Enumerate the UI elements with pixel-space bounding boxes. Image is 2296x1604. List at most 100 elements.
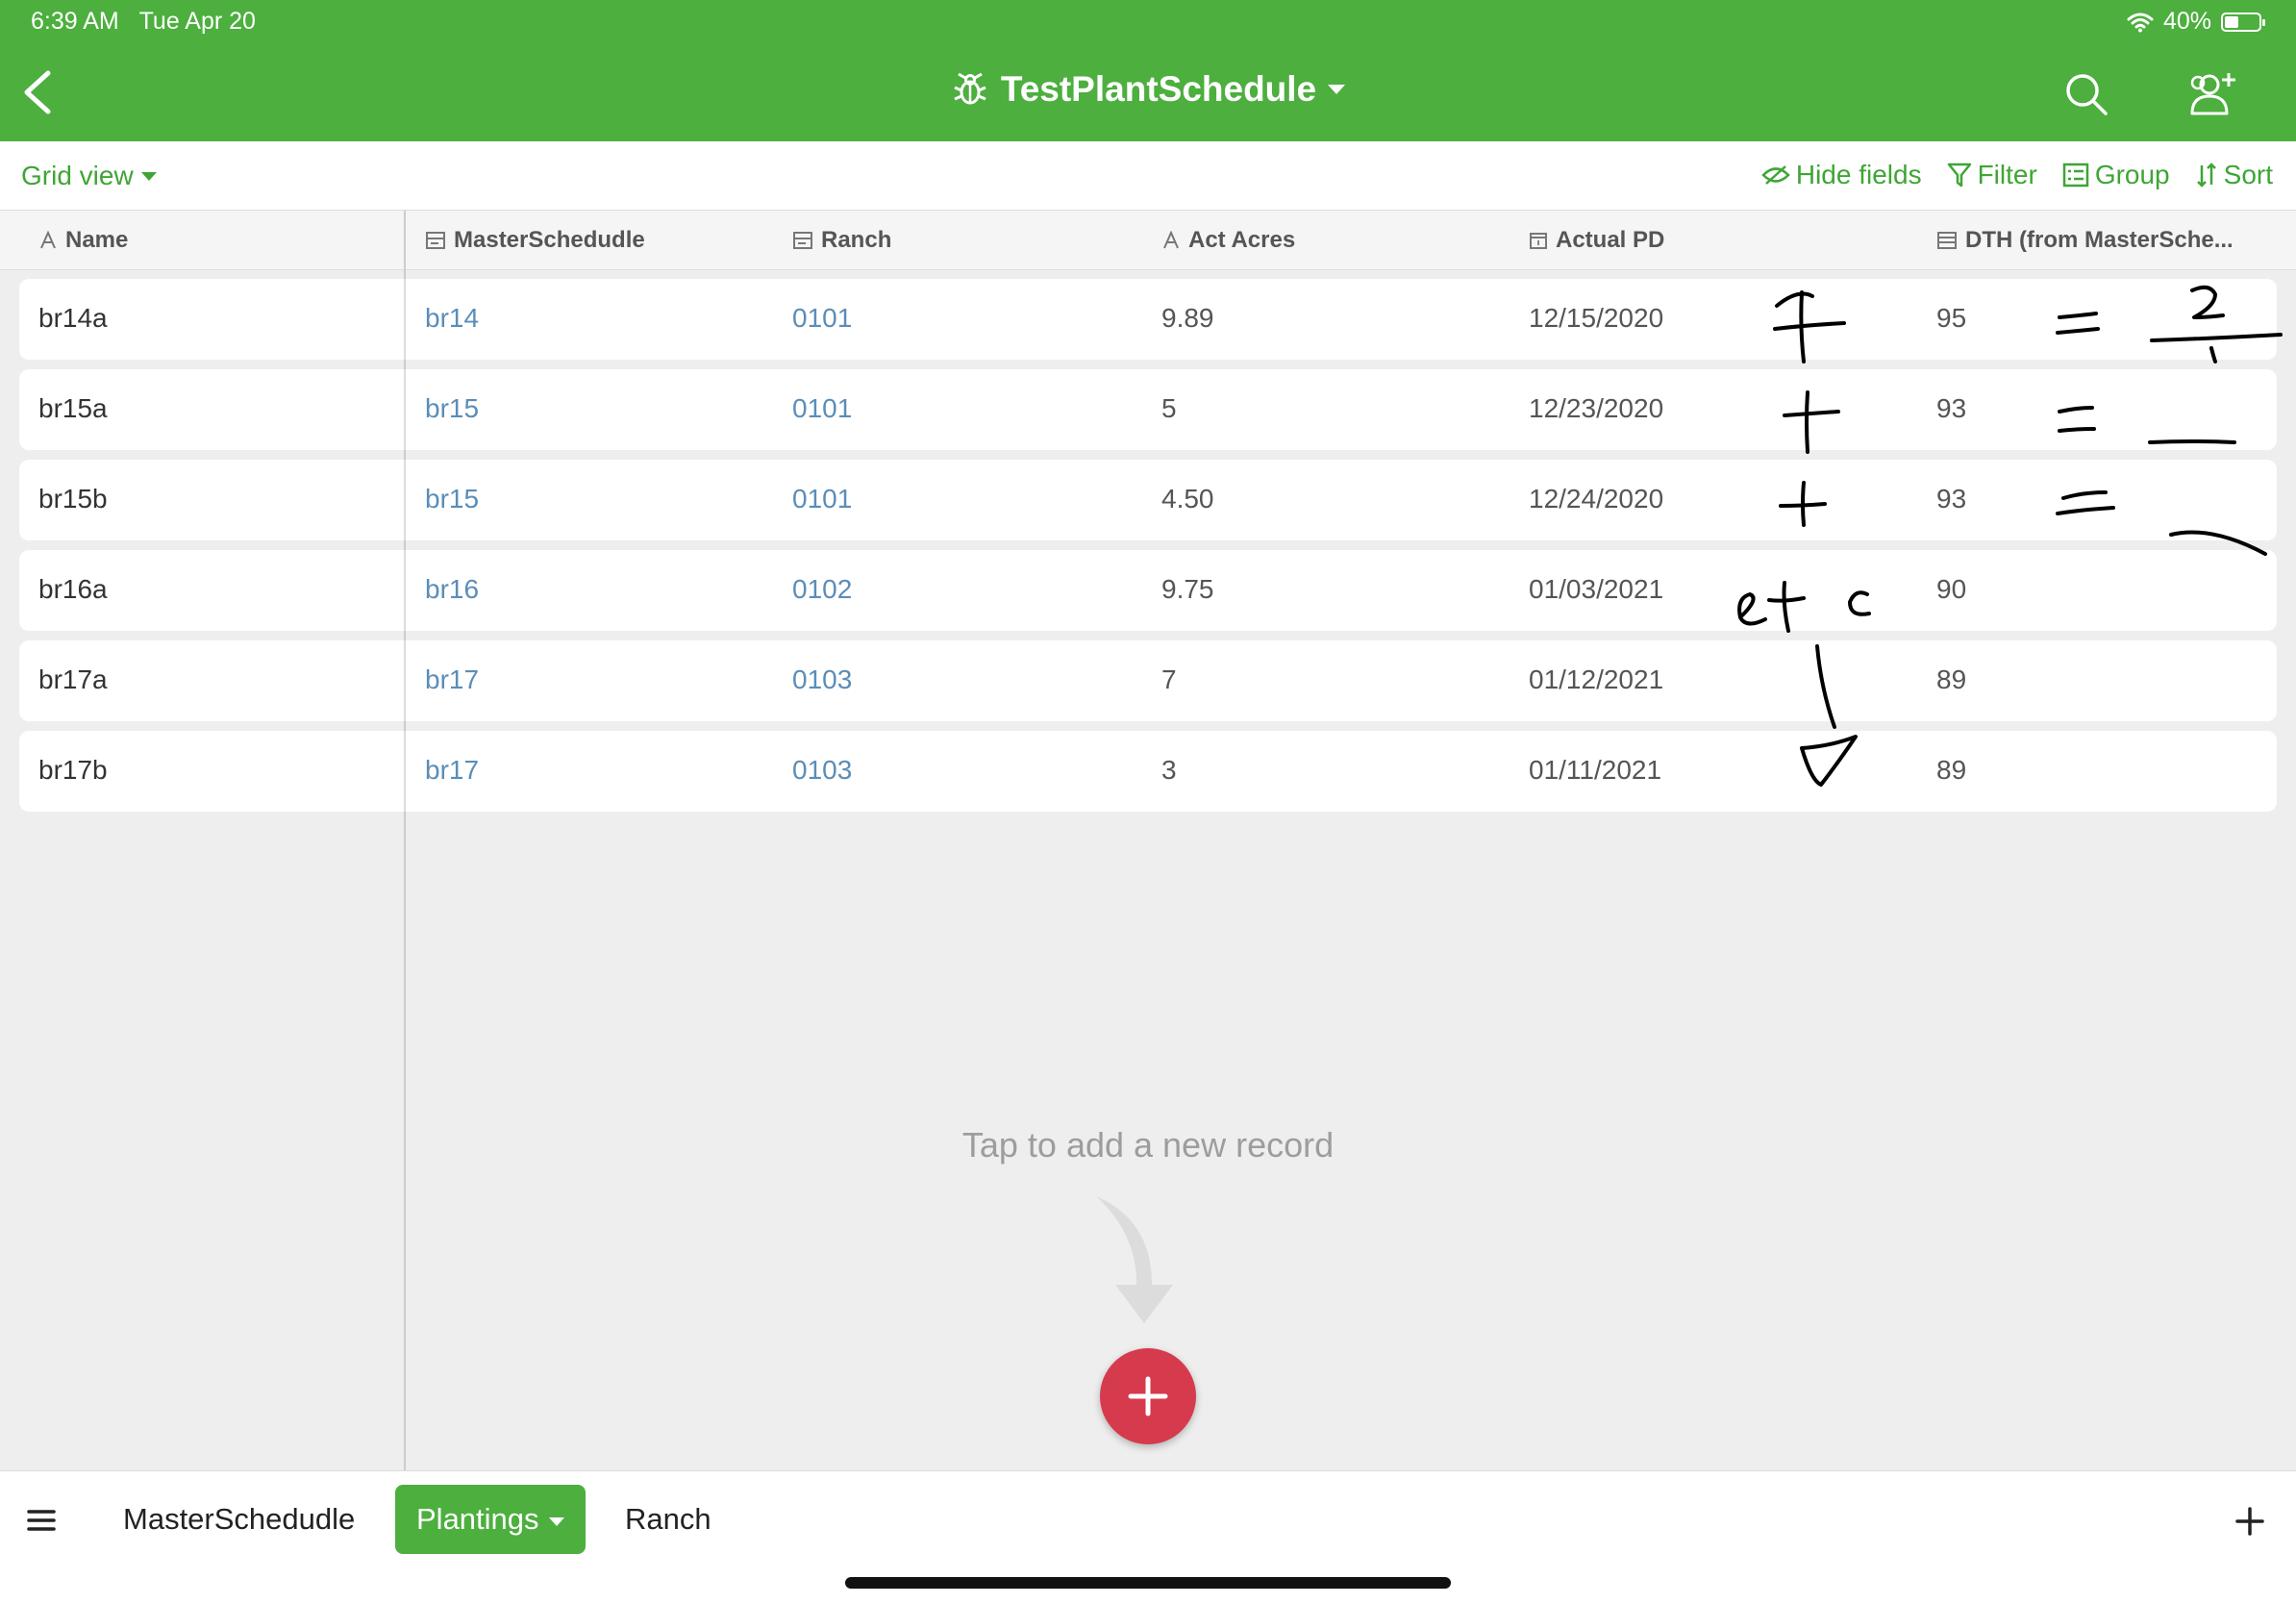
column-header-act-acres[interactable]: Act Acres [1161, 227, 1295, 254]
cell-masterschedudle-link[interactable]: br15 [425, 393, 479, 424]
view-actions: Hide fields Filter Group Sort [1761, 160, 2273, 190]
column-header-dth[interactable]: DTH (from MasterSche... [1936, 227, 2234, 254]
table-row[interactable]: br14a br14 0101 9.89 12/15/2020 95 [19, 279, 2277, 360]
cell-masterschedudle-link[interactable]: br16 [425, 574, 479, 605]
column-header-masterschedudle[interactable]: MasterSchedudle [425, 227, 645, 254]
cell-masterschedudle-link[interactable]: br17 [425, 755, 479, 786]
share-collaborators-icon[interactable] [2184, 69, 2238, 117]
table-row[interactable]: br16a br16 0102 9.75 01/03/2021 90 [19, 550, 2277, 631]
cell-actual-pd: 12/15/2020 [1529, 303, 1664, 333]
plus-icon [1128, 1376, 1168, 1416]
cell-name: br17a [38, 664, 108, 694]
cell-dth: 89 [1936, 664, 1967, 694]
cell-name: br15a [38, 393, 108, 423]
cell-dth: 93 [1936, 484, 1967, 514]
top-bar: 6:39 AM Tue Apr 20 40% TestPlantSchedule [0, 0, 2296, 141]
tab-plantings[interactable]: Plantings [395, 1485, 586, 1554]
column-header-name[interactable]: Name [38, 227, 128, 254]
cell-dth: 89 [1936, 755, 1967, 785]
add-record-button[interactable] [1100, 1348, 1196, 1444]
linked-record-icon [793, 232, 812, 249]
cell-masterschedudle-link[interactable]: br15 [425, 484, 479, 514]
cell-dth: 95 [1936, 303, 1967, 333]
curved-arrow-icon [1096, 1196, 1173, 1323]
cell-masterschedudle-link[interactable]: br17 [425, 664, 479, 695]
hamburger-menu-icon[interactable] [27, 1508, 56, 1533]
search-icon[interactable] [2063, 71, 2109, 117]
row-divider [404, 279, 406, 360]
filter-button[interactable]: Filter [1947, 160, 2037, 190]
cell-act-acres: 4.50 [1161, 484, 1214, 514]
tab-plantings-label: Plantings [416, 1502, 539, 1536]
battery-icon [2221, 12, 2265, 32]
cell-ranch-link[interactable]: 0101 [792, 484, 852, 514]
cell-act-acres: 9.75 [1161, 574, 1214, 604]
funnel-icon [1947, 163, 1971, 188]
base-title[interactable]: TestPlantSchedule [0, 69, 2296, 110]
group-label: Group [2094, 160, 2170, 189]
sort-label: Sort [2223, 160, 2273, 189]
add-record-hint: Tap to add a new record [961, 1125, 1335, 1165]
cell-ranch-link[interactable]: 0101 [792, 303, 852, 334]
add-table-plus-icon[interactable] [2233, 1504, 2267, 1539]
cell-act-acres: 5 [1161, 393, 1177, 423]
cell-name: br17b [38, 755, 108, 785]
eye-slash-icon [1761, 165, 1790, 185]
view-dropdown-caret-icon [140, 171, 157, 181]
table-row[interactable]: br15a br15 0101 5 12/23/2020 93 [19, 369, 2277, 450]
sort-button[interactable]: Sort [2195, 160, 2273, 190]
cell-act-acres: 7 [1161, 664, 1177, 694]
title-dropdown-caret-icon [1328, 85, 1346, 94]
cell-name: br15b [38, 484, 108, 514]
text-field-icon [40, 231, 56, 249]
row-divider [404, 731, 406, 812]
cell-dth: 90 [1936, 574, 1967, 604]
tab-ranch[interactable]: Ranch [604, 1485, 733, 1554]
row-divider [404, 550, 406, 631]
cell-ranch-link[interactable]: 0102 [792, 574, 852, 605]
tab-dropdown-caret-icon [548, 1516, 564, 1526]
status-time: 6:39 AM Tue Apr 20 [31, 8, 256, 35]
view-name: Grid view [21, 161, 134, 190]
cell-masterschedudle-link[interactable]: br14 [425, 303, 479, 334]
hide-fields-label: Hide fields [1795, 160, 1922, 189]
cell-dth: 93 [1936, 393, 1967, 423]
row-divider [404, 460, 406, 540]
text-field-icon [1163, 231, 1179, 249]
cell-actual-pd: 01/03/2021 [1529, 574, 1664, 604]
home-indicator [845, 1577, 1451, 1589]
battery-percent: 40% [2162, 8, 2211, 35]
column-header-actual-pd[interactable]: Actual PD [1529, 227, 1664, 254]
cell-name: br16a [38, 574, 108, 604]
table-row[interactable]: br17b br17 0103 3 01/11/2021 89 [19, 731, 2277, 812]
cell-actual-pd: 12/24/2020 [1529, 484, 1664, 514]
table-row[interactable]: br17a br17 0103 7 01/12/2021 89 [19, 640, 2277, 721]
hide-fields-button[interactable]: Hide fields [1761, 160, 1922, 190]
base-title-text: TestPlantSchedule [1000, 69, 1317, 109]
calendar-icon [1530, 233, 1547, 249]
cell-actual-pd: 01/11/2021 [1529, 755, 1662, 785]
column-header-row: Name MasterSchedudle Ranch Act Acres Act… [0, 211, 2296, 270]
records-list: br14a br14 0101 9.89 12/15/2020 95 br15a… [19, 279, 2277, 821]
wifi-icon [2127, 13, 2154, 32]
cell-ranch-link[interactable]: 0103 [792, 664, 852, 695]
bug-icon [954, 72, 986, 105]
linked-record-icon [426, 232, 445, 249]
lookup-field-icon [1937, 232, 1957, 249]
tab-masterschedudle[interactable]: MasterSchedudle [102, 1485, 376, 1554]
sort-arrows-icon [2196, 163, 2216, 188]
cell-actual-pd: 12/23/2020 [1529, 393, 1664, 423]
column-header-ranch[interactable]: Ranch [792, 227, 891, 254]
cell-ranch-link[interactable]: 0103 [792, 755, 852, 786]
row-divider [404, 369, 406, 450]
group-button[interactable]: Group [2062, 160, 2170, 190]
filter-label: Filter [1977, 160, 2037, 189]
group-list-icon [2062, 163, 2089, 188]
view-toolbar: Grid view Hide fields Filter Group Sort [0, 141, 2296, 211]
row-divider [404, 640, 406, 721]
table-row[interactable]: br15b br15 0101 4.50 12/24/2020 93 [19, 460, 2277, 540]
status-icons: 40% [2127, 8, 2265, 36]
battery-fill [2225, 15, 2238, 28]
cell-ranch-link[interactable]: 0101 [792, 393, 852, 424]
view-switcher-button[interactable]: Grid view [21, 161, 157, 191]
